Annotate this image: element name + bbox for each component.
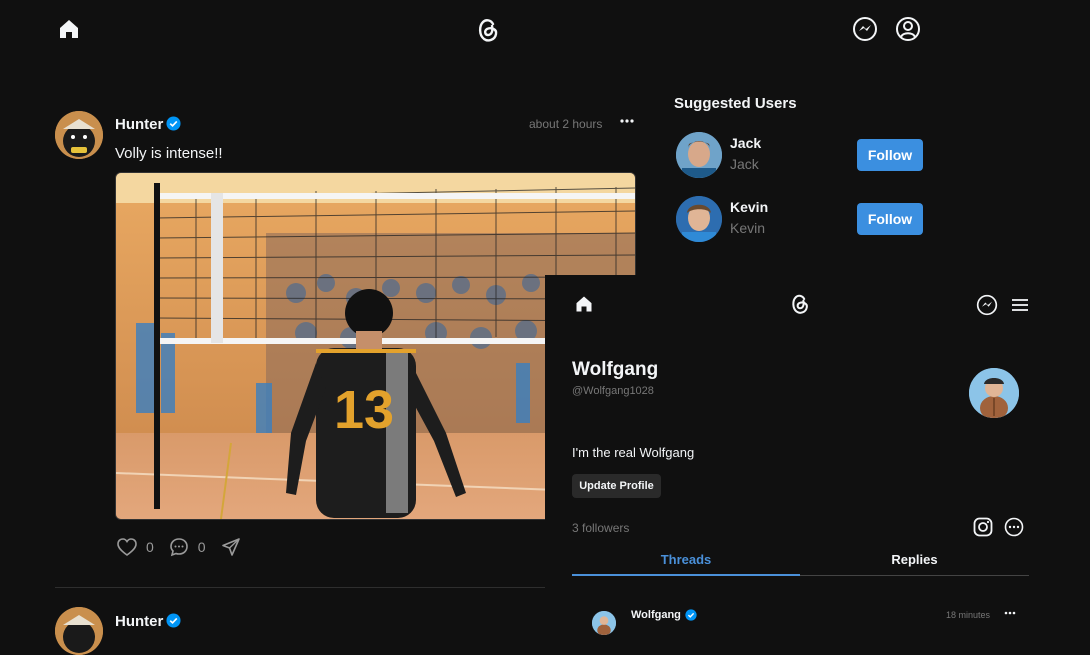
post-avatar[interactable] bbox=[55, 111, 103, 159]
verified-badge-icon bbox=[166, 613, 181, 628]
more-options-icon[interactable] bbox=[619, 114, 635, 128]
follow-button[interactable]: Follow bbox=[857, 203, 923, 235]
tab-threads[interactable]: Threads bbox=[572, 552, 800, 576]
tab-replies[interactable]: Replies bbox=[800, 552, 1029, 576]
post-timestamp: about 2 hours bbox=[529, 117, 603, 131]
home-icon[interactable] bbox=[574, 294, 594, 314]
followers-count[interactable]: 3 followers bbox=[572, 521, 629, 535]
tab-active-indicator bbox=[572, 574, 800, 576]
update-profile-button[interactable]: Update Profile bbox=[572, 474, 661, 498]
more-circle-icon[interactable] bbox=[1003, 516, 1025, 538]
profile-panel: Wolfgang @Wolfgang1028 I'm the real Wolf… bbox=[545, 275, 1090, 635]
threads-logo-icon[interactable] bbox=[474, 15, 502, 45]
profile-handle: @Wolfgang1028 bbox=[572, 385, 654, 397]
home-icon[interactable] bbox=[57, 17, 81, 41]
suggested-user-avatar[interactable] bbox=[676, 196, 722, 242]
messenger-icon[interactable] bbox=[976, 294, 998, 316]
suggested-user-avatar[interactable] bbox=[676, 132, 722, 178]
post-username[interactable]: Wolfgang bbox=[631, 609, 681, 621]
svg-text:13: 13 bbox=[334, 380, 394, 440]
comment-icon[interactable] bbox=[168, 536, 190, 558]
suggested-users-title: Suggested Users bbox=[674, 95, 797, 112]
profile-bio: I'm the real Wolfgang bbox=[572, 445, 695, 460]
menu-icon[interactable] bbox=[1009, 295, 1031, 315]
post-username[interactable]: Hunter bbox=[115, 613, 163, 630]
post-avatar[interactable] bbox=[55, 607, 103, 655]
profile-avatar[interactable] bbox=[969, 368, 1019, 418]
profile-name: Wolfgang bbox=[572, 359, 659, 380]
threads-logo-icon[interactable] bbox=[789, 291, 811, 317]
follow-button[interactable]: Follow bbox=[857, 139, 923, 171]
instagram-icon[interactable] bbox=[972, 516, 994, 538]
post-timestamp: 18 minutes bbox=[946, 610, 991, 620]
reply-count: 0 bbox=[197, 539, 206, 555]
profile-icon[interactable] bbox=[895, 16, 921, 42]
verified-badge-icon bbox=[166, 116, 181, 131]
post-text: Volly is intense!! bbox=[115, 145, 223, 162]
like-count: 0 bbox=[146, 539, 154, 555]
messenger-icon[interactable] bbox=[852, 16, 878, 42]
more-options-icon[interactable] bbox=[1003, 608, 1017, 618]
post-avatar[interactable] bbox=[592, 611, 616, 635]
heart-icon[interactable] bbox=[116, 536, 138, 558]
post-username[interactable]: Hunter bbox=[115, 116, 163, 133]
suggested-user-name[interactable]: Jack bbox=[730, 135, 761, 151]
post-actions: 0 0 bbox=[116, 536, 242, 558]
suggested-user-name[interactable]: Kevin bbox=[730, 199, 768, 215]
post-divider bbox=[55, 587, 545, 588]
share-icon[interactable] bbox=[220, 536, 242, 558]
suggested-user-handle: Jack bbox=[730, 156, 759, 172]
verified-badge-icon bbox=[685, 609, 697, 621]
suggested-user-handle: Kevin bbox=[730, 220, 766, 236]
